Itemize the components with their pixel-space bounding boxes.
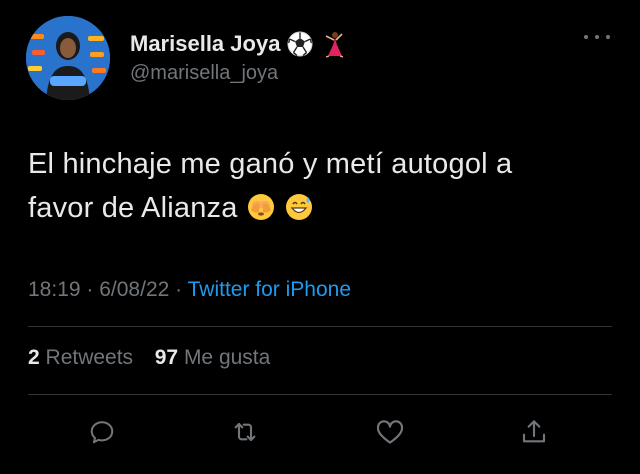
divider <box>28 326 612 327</box>
likes-label: Me gusta <box>178 346 271 369</box>
divider <box>28 394 612 395</box>
display-name[interactable]: Marisella Joya <box>130 31 280 57</box>
retweets-count: 2 <box>28 346 40 369</box>
tweet-text: El hinchaje me ganó y metí autogol a fav… <box>28 142 618 230</box>
retweet-icon[interactable] <box>225 412 265 452</box>
more-options-icon[interactable] <box>584 30 610 44</box>
meta-separator: · <box>169 278 188 301</box>
tweet-text-line-1: El hinchaje me ganó y metí autogol a <box>28 148 513 180</box>
see-no-evil-monkey-icon <box>246 191 276 221</box>
like-icon[interactable] <box>370 412 410 452</box>
tweet-text-line-2-text: favor de Alianza <box>28 192 238 224</box>
avatar[interactable] <box>26 16 110 100</box>
retweets-stat[interactable]: 2 Retweets <box>28 346 133 369</box>
soccer-ball-icon <box>286 30 314 58</box>
reply-icon[interactable] <box>82 412 122 452</box>
tweet-stats: 2 Retweets 97 Me gusta <box>28 346 270 370</box>
dancer-icon <box>320 30 348 58</box>
tweet-date[interactable]: 6/08/22 <box>99 278 169 301</box>
tweet-meta: 18:19 · 6/08/22 · Twitter for iPhone <box>28 278 351 302</box>
tweet-text-line-2: favor de Alianza <box>28 186 618 230</box>
likes-stat[interactable]: 97 Me gusta <box>155 346 271 369</box>
retweets-label: Retweets <box>39 346 134 369</box>
likes-count: 97 <box>154 346 179 369</box>
tweet-source-link[interactable]: Twitter for iPhone <box>188 278 351 301</box>
grinning-sweat-icon <box>284 191 314 221</box>
tweet-detail: Marisella Joya @marisella_joya El hincha… <box>0 0 640 474</box>
name-row: Marisella Joya <box>130 28 348 60</box>
user-handle[interactable]: @marisella_joya <box>130 62 278 85</box>
tweet-time[interactable]: 18:19 <box>28 278 81 301</box>
action-bar <box>0 412 640 452</box>
meta-separator: · <box>80 278 100 301</box>
share-icon[interactable] <box>514 412 554 452</box>
